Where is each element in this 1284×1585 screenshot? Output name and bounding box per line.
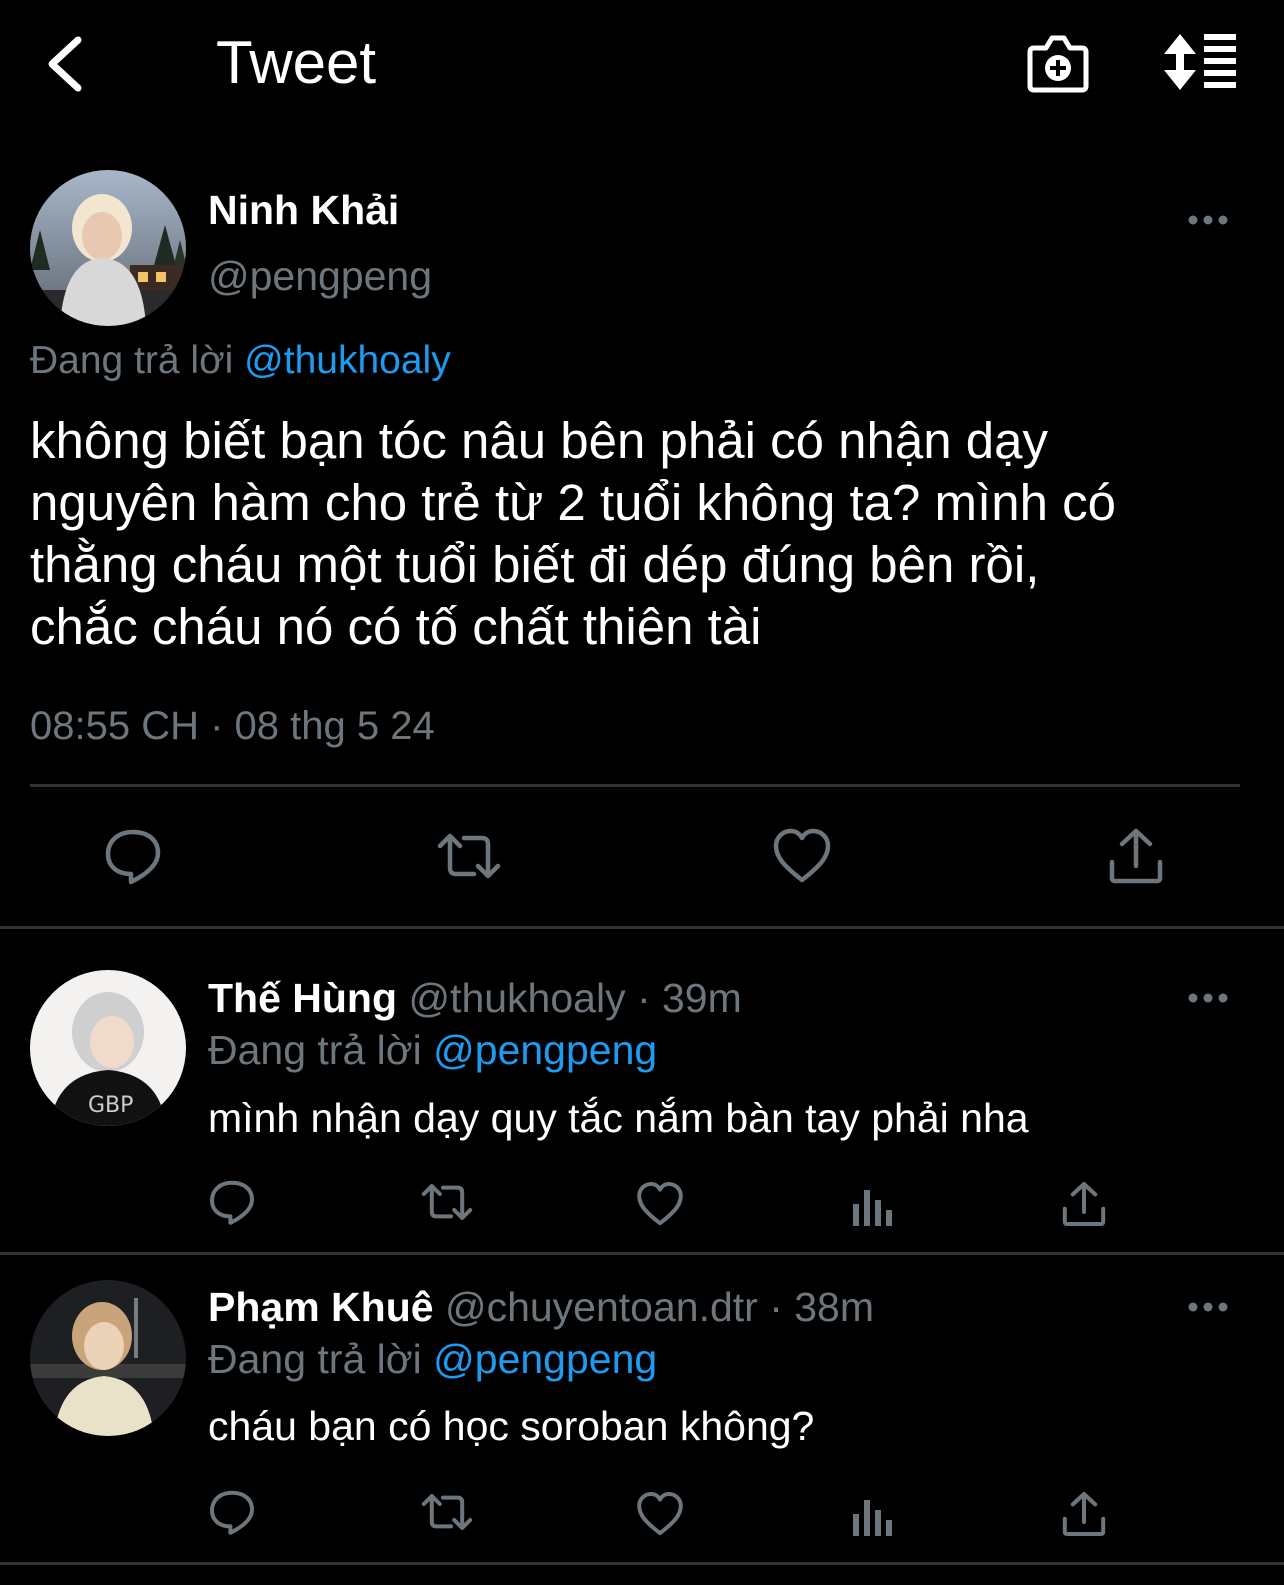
author-name[interactable]: Thế Hùng	[208, 975, 397, 1021]
tweet-text-line: không biết bạn tóc nâu bên phải có nhận …	[30, 412, 1048, 469]
reply-bubble-icon	[105, 829, 161, 885]
retweet-icon	[421, 1184, 473, 1220]
tweet-text-line: nguyên hàm cho trẻ từ 2 tuổi không ta? m…	[30, 474, 1116, 531]
retweet-button[interactable]	[420, 1178, 474, 1226]
reply-to-link[interactable]: @pengpeng	[433, 1027, 657, 1073]
divider	[30, 784, 1240, 787]
author-name[interactable]: Ninh Khải	[208, 186, 399, 234]
reply-button[interactable]	[208, 1488, 256, 1536]
reply-to-link[interactable]: @pengpeng	[433, 1336, 657, 1382]
more-dots-icon	[1188, 215, 1228, 225]
heart-icon	[637, 1492, 683, 1536]
reply-to-link[interactable]: @thukhoaly	[244, 339, 451, 382]
heart-icon	[637, 1182, 683, 1226]
share-upload-icon	[1062, 1182, 1106, 1226]
divider	[0, 1562, 1284, 1565]
retweet-icon	[437, 833, 501, 879]
like-button[interactable]	[772, 826, 832, 886]
page-title: Tweet	[216, 29, 377, 96]
reply-context: Đang trả lời @thukhoaly	[30, 338, 451, 384]
back-button[interactable]	[40, 32, 96, 96]
avatar[interactable]	[30, 170, 186, 326]
reply-context: Đang trả lời @pengpeng	[208, 1026, 657, 1074]
heart-icon	[773, 828, 831, 883]
reply-button[interactable]	[208, 1178, 256, 1226]
camera-button[interactable]	[1026, 30, 1090, 94]
reply-button[interactable]	[103, 826, 163, 886]
more-options-button[interactable]	[1186, 210, 1230, 230]
retweet-button[interactable]	[436, 826, 502, 886]
more-dots-icon	[1188, 993, 1228, 1003]
author-meta[interactable]: @thukhoaly · 39m	[408, 975, 741, 1021]
views-button[interactable]	[850, 1184, 894, 1228]
share-button[interactable]	[1060, 1180, 1108, 1228]
sort-replies-button[interactable]	[1160, 32, 1240, 92]
share-upload-icon	[1109, 828, 1163, 884]
sort-lines-icon	[1164, 34, 1236, 90]
author-name[interactable]: Phạm Khuê	[208, 1284, 434, 1330]
reply-header: Phạm Khuê @chuyentoan.dtr · 38m	[208, 1283, 874, 1331]
reply-header: Thế Hùng @thukhoaly · 39m	[208, 974, 742, 1022]
divider	[0, 926, 1284, 929]
tweet-timestamp[interactable]: 08:55 CH · 08 thg 5 24	[30, 702, 435, 750]
retweet-icon	[421, 1494, 473, 1530]
tweet-text: không biết bạn tóc nâu bên phải có nhận …	[30, 410, 1260, 658]
more-options-button[interactable]	[1186, 1297, 1230, 1317]
reply-bubble-icon	[210, 1490, 254, 1535]
share-upload-icon	[1062, 1492, 1106, 1536]
reply-text: mình nhận dạy quy tắc nắm bàn tay phải n…	[208, 1095, 1029, 1141]
reply-prefix: Đang trả lời	[208, 1336, 422, 1382]
reply-text: cháu bạn có học soroban không?	[208, 1403, 815, 1449]
like-button[interactable]	[636, 1180, 684, 1228]
share-button[interactable]	[1060, 1490, 1108, 1538]
avatar[interactable]	[30, 1280, 186, 1436]
tweet-text-line: chắc cháu nó có tố chất thiên tài	[30, 598, 762, 655]
more-options-button[interactable]	[1186, 988, 1230, 1008]
author-meta[interactable]: @chuyentoan.dtr · 38m	[445, 1284, 874, 1330]
reply-bubble-icon	[210, 1180, 254, 1225]
reply-prefix: Đang trả lời	[30, 339, 234, 382]
avatar[interactable]: GBP	[30, 970, 186, 1126]
retweet-button[interactable]	[420, 1488, 474, 1536]
bar-chart-icon	[853, 1190, 892, 1226]
like-button[interactable]	[636, 1490, 684, 1538]
more-dots-icon	[1188, 1302, 1228, 1312]
svg-text:GBP: GBP	[88, 1093, 133, 1118]
reply-context: Đang trả lời @pengpeng	[208, 1335, 657, 1383]
divider	[0, 1252, 1284, 1255]
views-button[interactable]	[850, 1494, 894, 1538]
chevron-left-icon	[48, 36, 82, 92]
camera-plus-icon	[1027, 35, 1089, 93]
bar-chart-icon	[853, 1500, 892, 1536]
tweet-text-line: thằng cháu một tuổi biết đi dép đúng bên…	[30, 536, 1040, 593]
author-handle[interactable]: @pengpeng	[208, 252, 432, 300]
share-button[interactable]	[1106, 826, 1166, 886]
reply-prefix: Đang trả lời	[208, 1027, 422, 1073]
